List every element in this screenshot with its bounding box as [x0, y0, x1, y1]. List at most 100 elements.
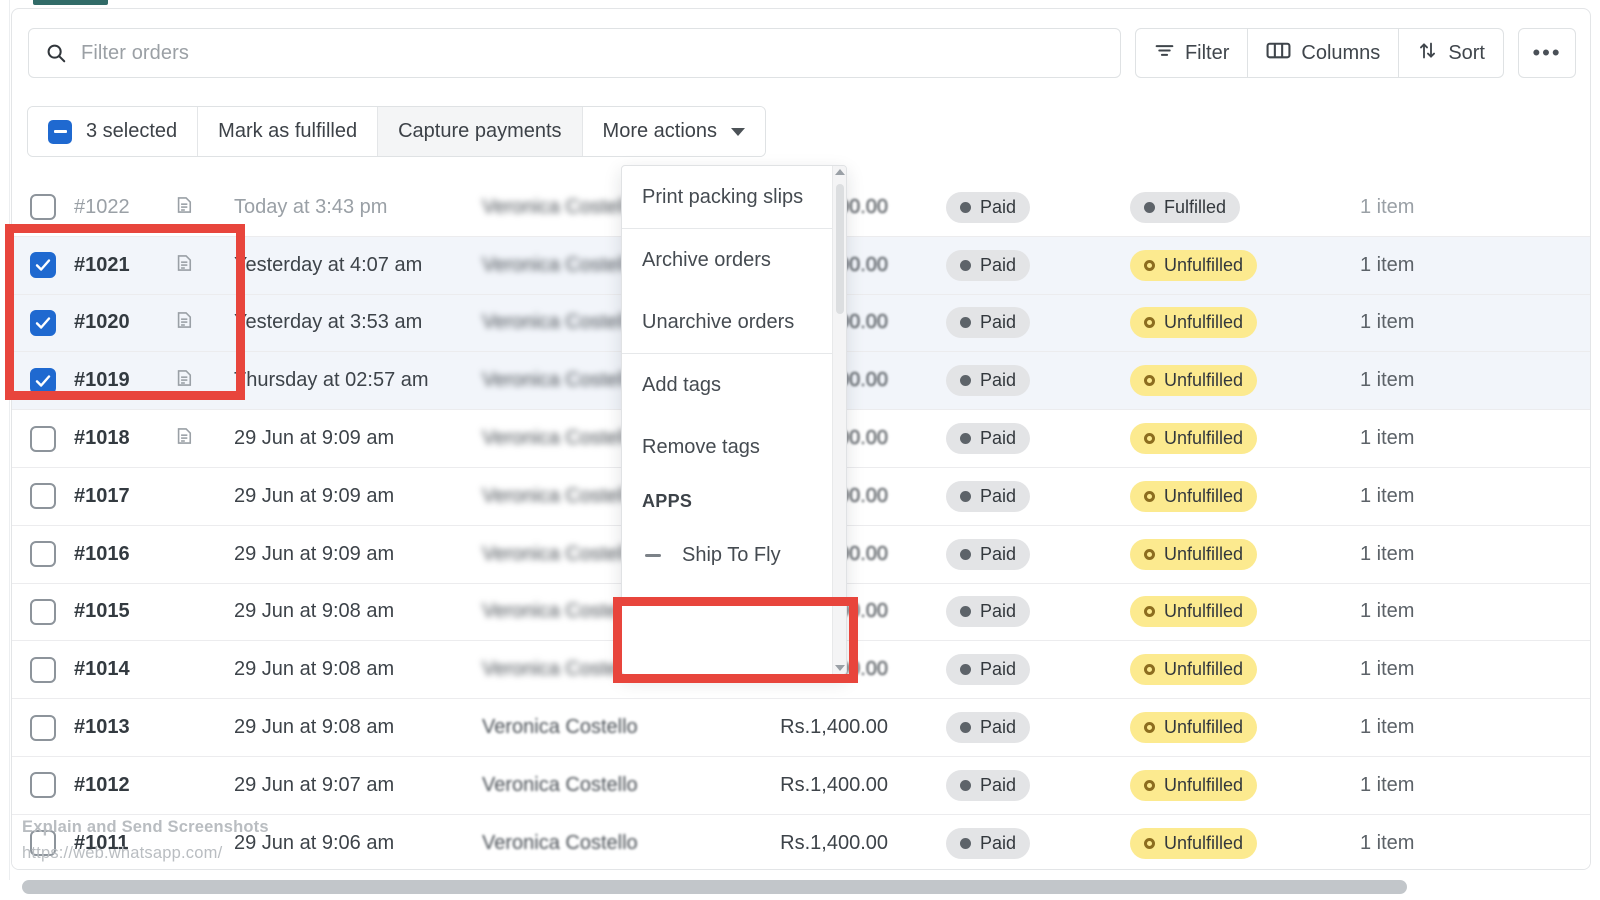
- more-actions-button[interactable]: More actions: [583, 107, 766, 156]
- row-checkbox[interactable]: [30, 715, 56, 741]
- menu-scrollbar[interactable]: [832, 166, 846, 674]
- columns-button[interactable]: Columns: [1248, 28, 1399, 78]
- payment-status-cell: Paid: [902, 770, 1102, 801]
- order-date: 29 Jun at 9:08 am: [234, 600, 482, 623]
- row-checkbox-cell[interactable]: [12, 541, 74, 567]
- payment-badge: Paid: [946, 307, 1030, 338]
- horizontal-scrollbar-thumb[interactable]: [22, 880, 1407, 894]
- item-count: 1 item: [1352, 311, 1591, 334]
- row-checkbox[interactable]: [30, 541, 56, 567]
- row-checkbox[interactable]: [30, 426, 56, 452]
- capture-payments-button[interactable]: Capture payments: [378, 107, 582, 156]
- item-count: 1 item: [1352, 774, 1591, 797]
- columns-label: Columns: [1301, 42, 1380, 65]
- table-row[interactable]: #101229 Jun at 9:07 amVeronica CostelloR…: [12, 757, 1591, 815]
- payment-status-cell: Paid: [902, 712, 1102, 743]
- row-checkbox[interactable]: [30, 310, 56, 336]
- status-dot-icon: [960, 780, 971, 791]
- menu-item-remove-tags[interactable]: Remove tags: [622, 416, 832, 478]
- order-date: 29 Jun at 9:07 am: [234, 774, 482, 797]
- scroll-down-arrow-icon[interactable]: [835, 665, 845, 671]
- table-row[interactable]: #101329 Jun at 9:08 amVeronica CostelloR…: [12, 699, 1591, 757]
- selection-count-cell[interactable]: 3 selected: [28, 107, 198, 156]
- payment-label: Paid: [980, 775, 1016, 796]
- more-options-button[interactable]: •••: [1518, 28, 1576, 78]
- order-number[interactable]: #1019: [74, 369, 174, 392]
- row-checkbox-cell[interactable]: [12, 426, 74, 452]
- filter-icon: [1154, 40, 1175, 67]
- fulfillment-status-cell: Unfulfilled: [1102, 481, 1352, 512]
- fulfillment-badge: Unfulfilled: [1130, 250, 1257, 281]
- row-checkbox-cell[interactable]: [12, 772, 74, 798]
- payment-label: Paid: [980, 544, 1016, 565]
- select-all-checkbox[interactable]: [48, 120, 72, 144]
- order-note-cell: [174, 309, 234, 336]
- menu-item-archive-orders[interactable]: Archive orders: [622, 229, 832, 291]
- order-number[interactable]: #1018: [74, 427, 174, 450]
- payment-status-cell: Paid: [902, 250, 1102, 281]
- row-checkbox[interactable]: [30, 657, 56, 683]
- item-count: 1 item: [1352, 254, 1591, 277]
- menu-item-unarchive-orders[interactable]: Unarchive orders: [622, 291, 832, 353]
- item-count: 1 item: [1352, 196, 1591, 219]
- menu-section-label: APPS: [642, 491, 692, 512]
- order-number[interactable]: #1021: [74, 254, 174, 277]
- row-checkbox-cell[interactable]: [12, 715, 74, 741]
- order-number[interactable]: #1013: [74, 716, 174, 739]
- payment-status-cell: Paid: [902, 423, 1102, 454]
- order-date: Yesterday at 3:53 am: [234, 311, 482, 334]
- row-checkbox-cell[interactable]: [12, 194, 74, 220]
- mark-as-fulfilled-button[interactable]: Mark as fulfilled: [198, 107, 378, 156]
- payment-label: Paid: [980, 197, 1016, 218]
- orders-toolbar: Filter orders Filter: [12, 23, 1591, 83]
- menu-item-add-tags[interactable]: Add tags: [622, 354, 832, 416]
- note-document-icon: [174, 252, 194, 279]
- row-checkbox-cell[interactable]: [12, 252, 74, 278]
- scroll-up-arrow-icon[interactable]: [835, 169, 845, 175]
- fulfillment-label: Unfulfilled: [1164, 255, 1243, 276]
- order-number[interactable]: #1016: [74, 543, 174, 566]
- order-number[interactable]: #1012: [74, 774, 174, 797]
- fulfillment-status-cell: Unfulfilled: [1102, 539, 1352, 570]
- row-checkbox[interactable]: [30, 483, 56, 509]
- menu-item-label: Remove tags: [642, 436, 760, 459]
- watermark-title: Explain and Send Screenshots: [22, 818, 269, 837]
- fulfillment-status-cell: Unfulfilled: [1102, 365, 1352, 396]
- sort-button[interactable]: Sort: [1399, 28, 1504, 78]
- fulfillment-label: Unfulfilled: [1164, 659, 1243, 680]
- filter-button[interactable]: Filter: [1135, 28, 1248, 78]
- order-number[interactable]: #1020: [74, 311, 174, 334]
- payment-status-cell: Paid: [902, 192, 1102, 223]
- status-dot-icon: [960, 491, 971, 502]
- status-ring-icon: [1144, 433, 1155, 444]
- fulfillment-status-cell: Unfulfilled: [1102, 828, 1352, 859]
- row-checkbox-cell[interactable]: [12, 483, 74, 509]
- status-dot-icon: [960, 549, 971, 560]
- row-checkbox-cell[interactable]: [12, 310, 74, 336]
- item-count: 1 item: [1352, 716, 1591, 739]
- order-number[interactable]: #1015: [74, 600, 174, 623]
- item-count: 1 item: [1352, 427, 1591, 450]
- status-dot-icon: [960, 606, 971, 617]
- row-checkbox-cell[interactable]: [12, 657, 74, 683]
- row-checkbox[interactable]: [30, 772, 56, 798]
- menu-scrollbar-thumb[interactable]: [836, 184, 844, 314]
- row-checkbox-cell[interactable]: [12, 599, 74, 625]
- row-checkbox-cell[interactable]: [12, 368, 74, 394]
- fulfillment-badge: Unfulfilled: [1130, 481, 1257, 512]
- menu-item-ship-to-fly[interactable]: Ship To Fly: [622, 524, 832, 586]
- fulfillment-badge: Unfulfilled: [1130, 307, 1257, 338]
- note-document-icon: [174, 367, 194, 394]
- row-checkbox[interactable]: [30, 599, 56, 625]
- row-checkbox[interactable]: [30, 368, 56, 394]
- status-ring-icon: [1144, 606, 1155, 617]
- menu-item-print-packing-slips[interactable]: Print packing slips: [622, 166, 832, 228]
- page-left-rail: [0, 0, 10, 880]
- row-checkbox[interactable]: [30, 194, 56, 220]
- order-number[interactable]: #1022: [74, 196, 174, 219]
- order-number[interactable]: #1014: [74, 658, 174, 681]
- row-checkbox[interactable]: [30, 252, 56, 278]
- search-input[interactable]: Filter orders: [28, 28, 1121, 78]
- payment-label: Paid: [980, 255, 1016, 276]
- order-number[interactable]: #1017: [74, 485, 174, 508]
